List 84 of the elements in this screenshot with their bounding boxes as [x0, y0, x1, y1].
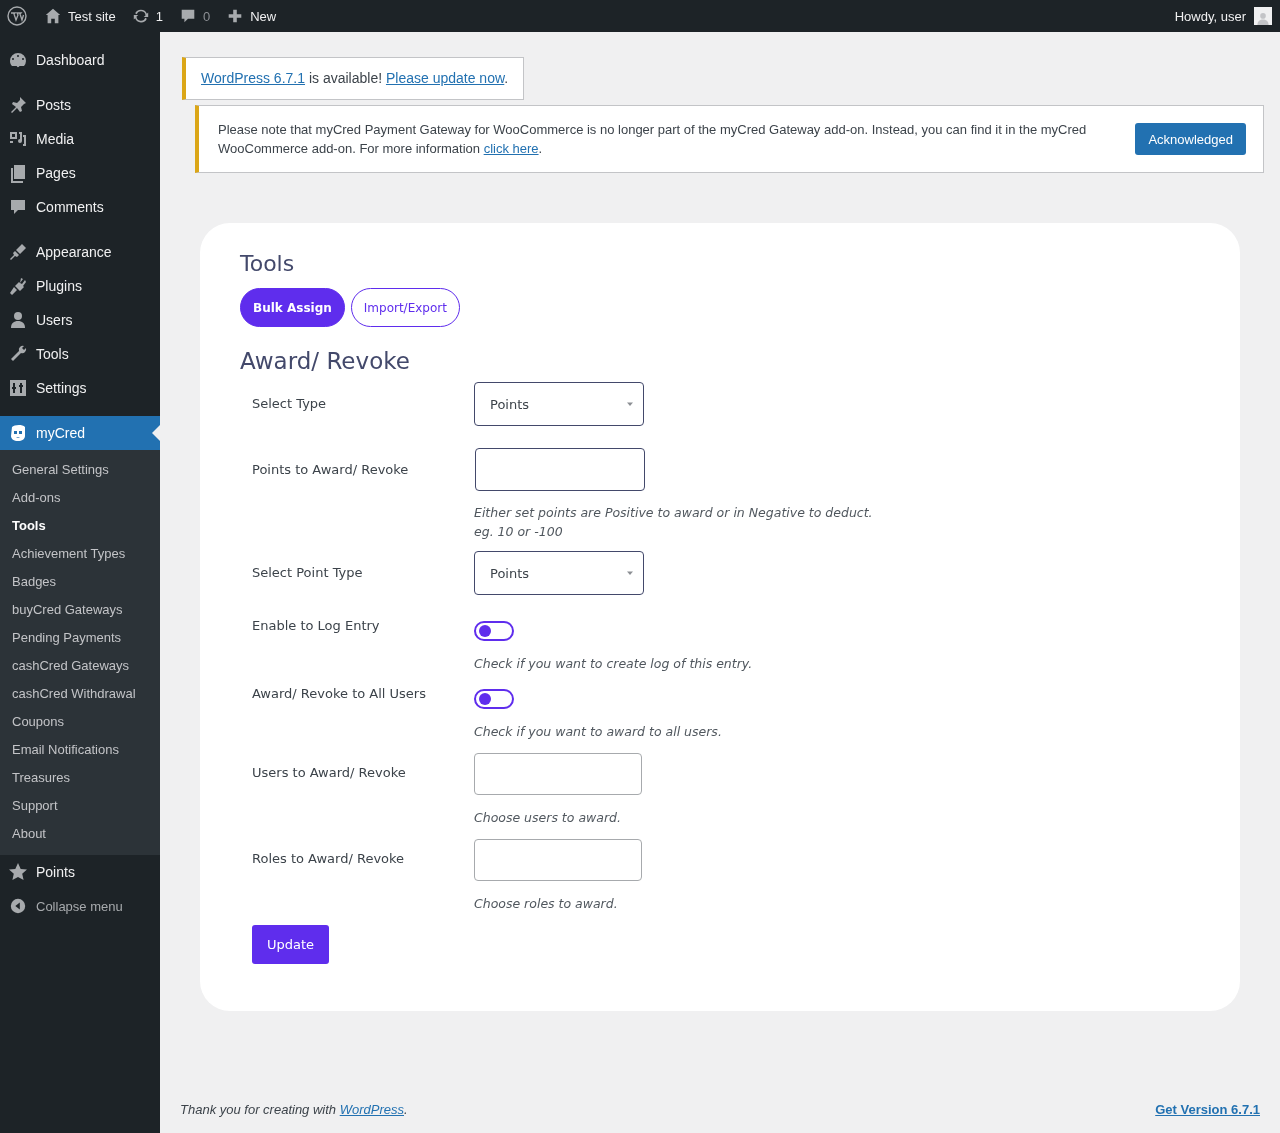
section-heading: Award/ Revoke — [240, 348, 411, 374]
version-link[interactable]: Get Version 6.7.1 — [1155, 1102, 1260, 1117]
field-label: Users to Award/ Revoke — [252, 764, 407, 782]
home-icon — [44, 7, 62, 25]
new-link[interactable]: New — [218, 0, 285, 32]
footer-credit: Thank you for creating with WordPress. — [180, 1102, 408, 1117]
submenu-item[interactable]: cashCred Gateways — [0, 652, 160, 680]
submenu-item[interactable]: buyCred Gateways — [0, 596, 160, 624]
notice-message: Please note that myCred Payment Gateway for WooCommerce is no longer part of the myCred Gateway add-on. Instead, you can find it in the myCred WooCommerce add-on. For more information click here. — [218, 121, 1088, 158]
star-icon — [8, 862, 28, 882]
submenu-item[interactable]: Achievement Types — [0, 540, 160, 568]
text-link[interactable]: click here — [483, 141, 539, 156]
field-label: Award/ Revoke to All Users — [252, 685, 427, 703]
collapse-icon — [9, 897, 27, 915]
plug-icon — [8, 276, 28, 296]
submenu-item[interactable]: General Settings — [0, 456, 160, 484]
sliders-icon — [8, 378, 28, 398]
toggle-switch[interactable] — [474, 689, 514, 709]
sidebar-item[interactable]: Dashboard — [0, 43, 160, 77]
update-count: 1 — [155, 8, 163, 24]
field-label: Enable to Log Entry — [252, 617, 381, 635]
acknowledged-button[interactable]: Acknowledged — [1135, 123, 1246, 155]
update-button[interactable]: Update — [252, 925, 330, 964]
page-title: Tools — [240, 251, 296, 276]
refresh-icon — [131, 7, 150, 25]
media-icon — [8, 129, 28, 149]
help-text: Check if you want to award to all users. — [474, 723, 722, 741]
submenu-item[interactable]: Email Notifications — [0, 736, 160, 764]
mascot-icon — [8, 423, 28, 443]
account-link[interactable]: Howdy, user — [1166, 0, 1280, 32]
text-link[interactable]: WordPress — [339, 1102, 404, 1117]
site-name: Test site — [68, 8, 116, 24]
text-link[interactable]: WordPress 6.7.1 — [201, 70, 305, 86]
avatar-silhouette — [1254, 7, 1272, 25]
sidebar-item[interactable]: Media — [0, 122, 160, 156]
user-icon — [8, 310, 28, 330]
field-label: Points to Award/ Revoke — [252, 461, 410, 479]
sidebar-item[interactable]: Comments — [0, 190, 160, 224]
search-field[interactable] — [474, 753, 642, 795]
submenu-item[interactable]: Coupons — [0, 708, 160, 736]
select-dropdown[interactable]: Points — [474, 551, 644, 595]
tab[interactable]: Bulk Assign — [240, 288, 345, 327]
submenu-item[interactable]: Treasures — [0, 764, 160, 792]
sidebar-item[interactable]: Plugins — [0, 269, 160, 303]
submenu-item[interactable]: cashCred Withdrawal — [0, 680, 160, 708]
help-text: Choose roles to award. — [474, 895, 619, 913]
pages-icon — [8, 163, 28, 183]
comment-count: 0 — [202, 8, 211, 24]
sidebar-item[interactable]: Appearance — [0, 235, 160, 269]
submenu-item[interactable]: Badges — [0, 568, 160, 596]
submenu-item[interactable]: About — [0, 820, 160, 848]
sidebar-item[interactable]: Settings — [0, 371, 160, 405]
gauge-icon — [8, 50, 28, 70]
sidebar-item[interactable]: Pages — [0, 156, 160, 190]
notice-message: WordPress 6.7.1 is available! Please update now. — [201, 69, 509, 88]
comments-link[interactable]: 0 — [170, 0, 219, 32]
sidebar-item[interactable]: myCred — [0, 416, 160, 450]
field-label: Select Type — [252, 395, 328, 413]
site-link[interactable]: Test site — [36, 0, 124, 32]
new-label: New — [250, 8, 277, 24]
sidebar-item[interactable]: Points — [0, 855, 160, 889]
search-field[interactable] — [474, 839, 642, 881]
updates-link[interactable]: 1 — [123, 0, 171, 32]
sidebar-item[interactable]: Users — [0, 303, 160, 337]
submenu-item[interactable]: Tools — [0, 512, 160, 540]
tab[interactable]: Import/Export — [350, 288, 460, 327]
points-input[interactable] — [475, 448, 645, 491]
sidebar-item[interactable]: Posts — [0, 88, 160, 122]
sidebar-item[interactable]: Tools — [0, 337, 160, 371]
field-label: Select Point Type — [252, 564, 364, 582]
help-text: Choose users to award. — [474, 809, 622, 827]
submenu-item[interactable]: Support — [0, 792, 160, 820]
toggle-switch[interactable] — [474, 621, 514, 641]
brush-icon — [8, 242, 28, 262]
comment-icon — [8, 197, 28, 217]
field-label: Roles to Award/ Revoke — [252, 850, 406, 868]
greeting: Howdy, user — [1174, 8, 1246, 24]
submenu-item[interactable]: Pending Payments — [0, 624, 160, 652]
collapse-menu-button[interactable]: Collapse menu — [0, 889, 160, 923]
help-text: Check if you want to create log of this entry. — [474, 655, 753, 673]
select-dropdown[interactable]: Points — [474, 382, 644, 426]
wordpress-logo-icon — [7, 6, 27, 26]
help-text: Either set points are Positive to award or in Negative to deduct. eg. 10 or -100 — [474, 504, 873, 541]
submenu-item[interactable]: Add-ons — [0, 484, 160, 512]
